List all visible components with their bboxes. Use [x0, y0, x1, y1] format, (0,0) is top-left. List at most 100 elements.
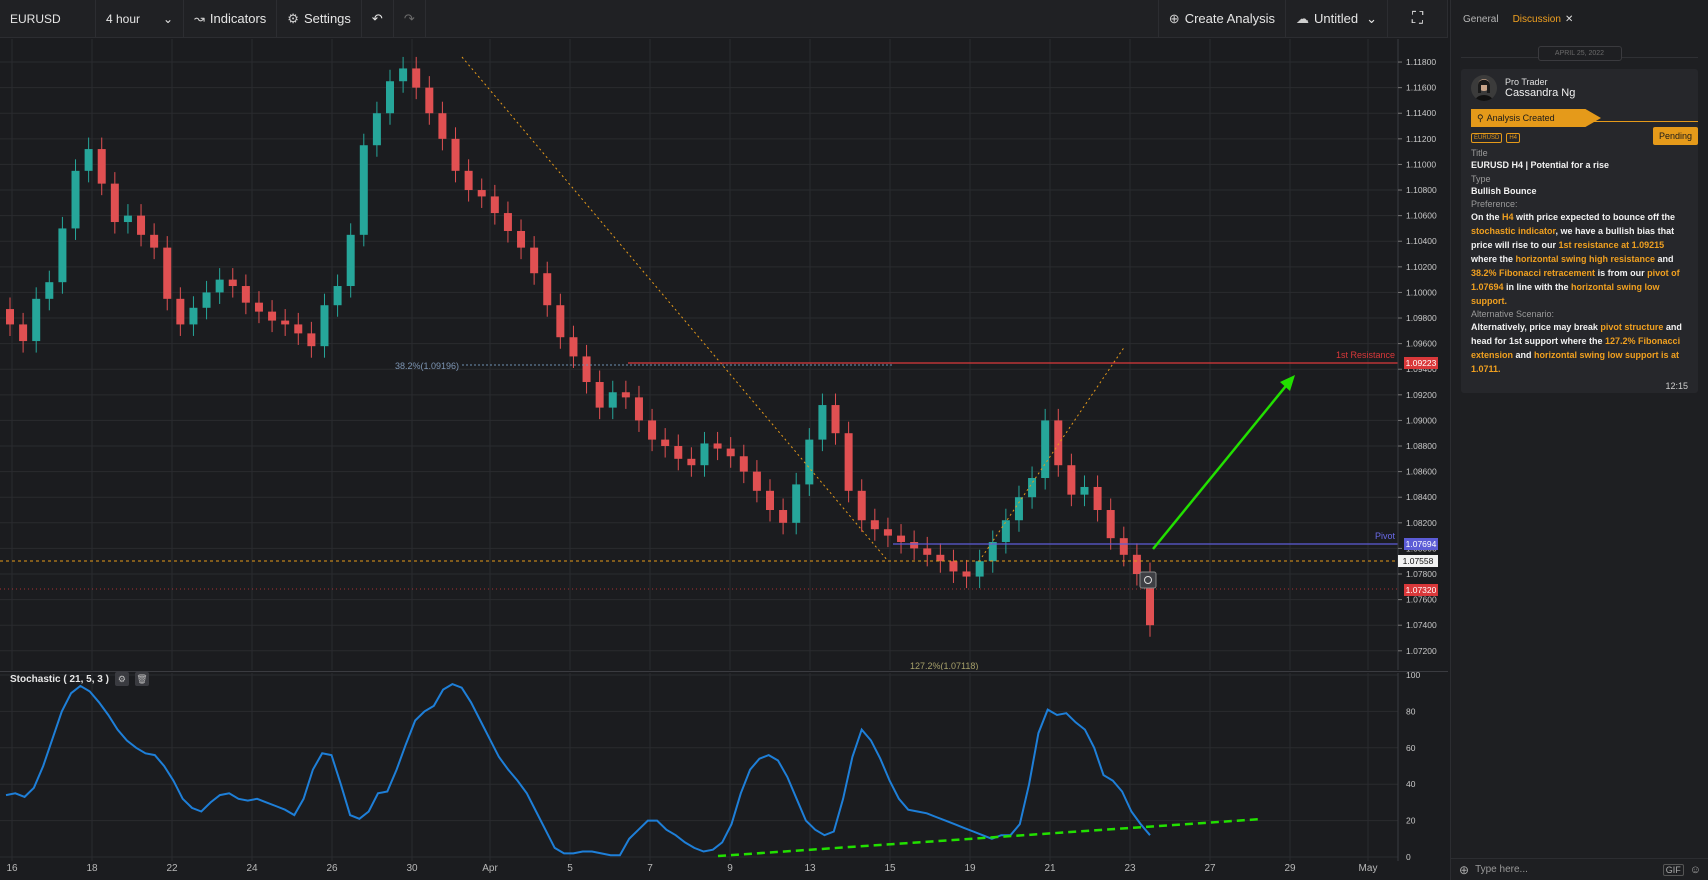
- time-tick: 23: [1124, 863, 1136, 874]
- time-tick: 15: [884, 863, 896, 874]
- preference-text: On the H4 with price expected to bounce …: [1471, 210, 1688, 308]
- timeframe-selector[interactable]: 4 hour ⌄: [96, 0, 184, 38]
- price-tick: 1.10200: [1406, 262, 1437, 272]
- body-text: and: [1655, 254, 1674, 264]
- gear-icon[interactable]: ⚙: [114, 672, 129, 686]
- layout-label: Untitled: [1314, 11, 1359, 26]
- trash-icon[interactable]: 🗑: [134, 672, 149, 686]
- analysis-sidebar: General Discussion ✕ APRIL 25, 2022 Pro T…: [1450, 0, 1708, 880]
- tab-discussion-wrap: Discussion ✕: [1513, 14, 1574, 25]
- analysis-created-banner: ⚲ Analysis Created: [1471, 109, 1601, 127]
- sidebar-tabs: General Discussion ✕: [1451, 0, 1708, 38]
- type-label: Type: [1471, 174, 1491, 184]
- time-tick: 21: [1044, 863, 1056, 874]
- message-input[interactable]: [1475, 864, 1657, 875]
- alternative-label: Alternative Scenario:: [1471, 309, 1555, 319]
- stochastic-tick: 0: [1406, 852, 1411, 861]
- preference-label: Preference:: [1471, 199, 1518, 209]
- price-chart[interactable]: 1st Resistance Pivot 38.2%(1.09196) 127.…: [0, 39, 1448, 670]
- indicators-label: Indicators: [209, 11, 267, 26]
- layout-selector[interactable]: ☁ Untitled ⌄: [1286, 0, 1388, 38]
- body-text: Alternatively, price may break: [1471, 322, 1601, 332]
- current-price-tag: 1.07558: [1403, 556, 1434, 566]
- fullscreen-icon: ⛶: [1411, 9, 1424, 27]
- create-analysis-button[interactable]: ⊕ Create Analysis: [1157, 0, 1287, 38]
- price-tick: 1.11400: [1406, 108, 1436, 118]
- price-tick: 1.07200: [1406, 646, 1437, 656]
- price-grid: [0, 39, 1448, 670]
- price-tick: 1.09200: [1406, 390, 1437, 400]
- price-tick: 1.09800: [1406, 313, 1437, 323]
- price-tick: 1.08800: [1406, 441, 1437, 451]
- time-tick: 13: [804, 863, 816, 874]
- price-axis: 1.11800 1.11600 1.11400 1.11200 1.11000 1.108…: [1397, 39, 1448, 670]
- line-chart-icon: ↝: [194, 10, 205, 26]
- trading-app: EURUSD 4 hour ⌄ ↝ Indicators ⚙ Settings …: [0, 0, 1708, 880]
- highlight-text: 38.2% Fibonacci retracement: [1471, 268, 1596, 278]
- time-tick: 19: [964, 863, 976, 874]
- fib-382-label: 38.2%(1.09196): [395, 361, 459, 371]
- date-pill: APRIL 25, 2022: [1537, 46, 1622, 61]
- time-axis: 16 18 22 24 26 30 Apr 5 7 9 13 15 19 21 23 27 29 May: [0, 861, 1448, 880]
- chart-toolbar: EURUSD 4 hour ⌄ ↝ Indicators ⚙ Settings …: [0, 0, 1448, 38]
- alternative-text: Alternatively, price may break pivot str…: [1471, 320, 1688, 376]
- symbol-label: EURUSD: [10, 11, 61, 26]
- status-badge: Pending: [1652, 127, 1698, 145]
- emoji-icon[interactable]: ☺: [1690, 864, 1701, 876]
- price-tick: 1.09600: [1406, 339, 1437, 349]
- settings-label: Settings: [303, 11, 351, 26]
- banner-label: Analysis Created: [1486, 113, 1555, 123]
- author-name: Cassandra Ng: [1505, 87, 1576, 99]
- price-tick: 1.08400: [1406, 492, 1437, 502]
- stochastic-tick: 40: [1406, 779, 1416, 789]
- price-tick: 1.08200: [1406, 518, 1437, 528]
- stochastic-tick: 100: [1406, 671, 1420, 680]
- time-tick: 5: [567, 863, 573, 874]
- candle: [359, 133, 368, 247]
- indicators-button[interactable]: ↝ Indicators: [184, 0, 278, 38]
- plus-circle-icon: ⊕: [1168, 10, 1180, 26]
- symbol-selector[interactable]: EURUSD: [0, 0, 96, 38]
- support-price-tag: 1.07320: [1406, 585, 1437, 595]
- cloud-icon: ☁: [1296, 10, 1310, 26]
- price-tick: 1.11800: [1406, 57, 1436, 67]
- stochastic-tick: 60: [1406, 743, 1416, 753]
- price-tick: 1.10400: [1406, 236, 1437, 246]
- plus-circle-icon[interactable]: ⊕: [1459, 863, 1469, 877]
- message-composer: ⊕ GIF ☺: [1451, 858, 1708, 880]
- tab-general[interactable]: General: [1463, 14, 1499, 25]
- avatar: [1471, 75, 1497, 101]
- price-tick: 1.07800: [1406, 569, 1437, 579]
- redo-button[interactable]: ↷: [394, 0, 426, 38]
- body-text: with price expected to bounce off the: [1513, 212, 1676, 222]
- chevron-down-icon: ⌄: [162, 11, 173, 26]
- resistance-price-tag: 1.09223: [1406, 358, 1437, 368]
- banner-line: [1591, 121, 1698, 122]
- bulb-icon: ⚲: [1477, 112, 1484, 123]
- stochastic-legend: Stochastic ( 21, 5, 3 ) ⚙ 🗑: [10, 672, 149, 686]
- price-tick: 1.10000: [1406, 287, 1437, 297]
- price-tick: 1.09000: [1406, 415, 1437, 425]
- resistance-label: 1st Resistance: [1336, 350, 1395, 360]
- redo-icon: ↷: [403, 10, 415, 26]
- fib-1272-label: 127.2%(1.07118): [910, 661, 978, 670]
- candle: [71, 159, 80, 240]
- time-tick: 27: [1204, 863, 1216, 874]
- stochastic-grid: [0, 673, 1448, 861]
- highlight-text: stochastic indicator: [1471, 226, 1556, 236]
- stochastic-tick: 80: [1406, 706, 1416, 716]
- tab-discussion[interactable]: Discussion: [1513, 14, 1561, 25]
- undo-button[interactable]: ↶: [362, 0, 394, 38]
- title-label: Title: [1471, 148, 1488, 158]
- settings-button[interactable]: ⚙ Settings: [277, 0, 362, 38]
- body-text: and: [1513, 350, 1535, 360]
- close-icon[interactable]: ✕: [1565, 14, 1573, 25]
- gif-button[interactable]: GIF: [1662, 863, 1684, 876]
- analysis-marker[interactable]: [1139, 571, 1157, 589]
- author-info: Pro Trader Cassandra Ng: [1505, 77, 1575, 99]
- timeframe-label: 4 hour: [106, 11, 141, 26]
- fullscreen-button[interactable]: ⛶: [1388, 0, 1448, 38]
- title-value: EURUSD H4 | Potential for a rise: [1471, 160, 1610, 170]
- stochastic-chart[interactable]: 100 80 60 40 20 0: [0, 671, 1448, 861]
- time-tick: 29: [1284, 863, 1296, 874]
